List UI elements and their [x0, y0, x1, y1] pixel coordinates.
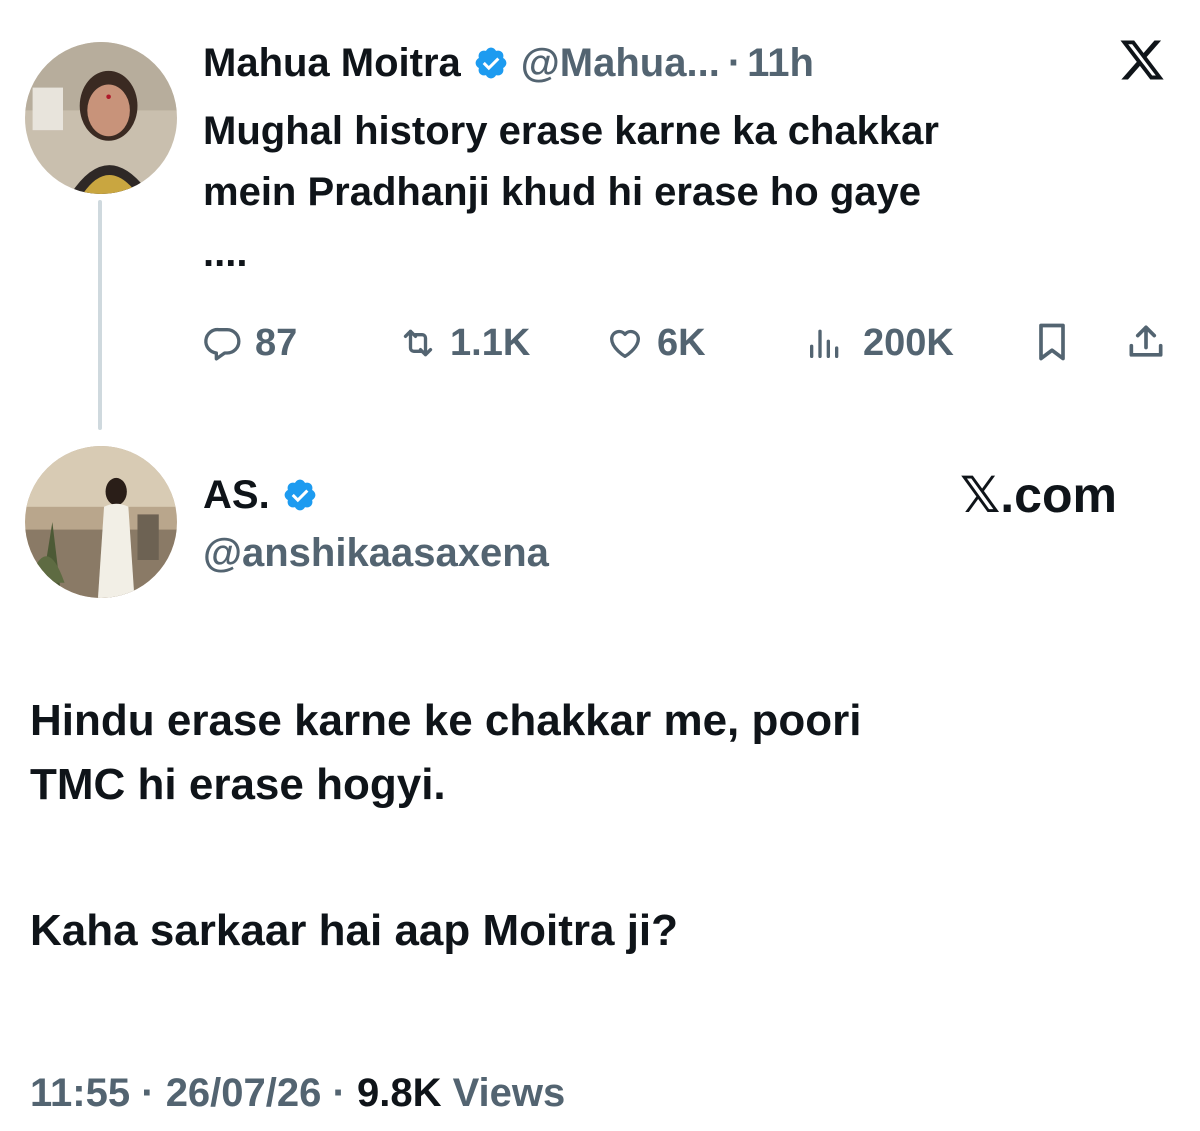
reply-text-line-4: Kaha sarkaar hai aap Moitra ji?: [30, 906, 679, 955]
footer-time[interactable]: 11:55: [30, 1071, 130, 1115]
footer-date[interactable]: 26/07/26: [166, 1071, 322, 1115]
author-handle[interactable]: @Mahua...: [521, 41, 720, 86]
tweet-text-line-1: Mughal history erase karne ka chakkar: [203, 109, 939, 153]
avatar-mahua[interactable]: [25, 42, 177, 194]
reply-button[interactable]: 87: [203, 318, 297, 368]
avatar-photo-mahua: [25, 42, 177, 194]
x-logo-icon[interactable]: [1116, 36, 1168, 84]
avatar-as[interactable]: [25, 446, 177, 598]
views-icon: [810, 329, 839, 358]
verified-icon: [284, 479, 316, 511]
like-button[interactable]: 6K: [605, 318, 706, 368]
tweet-text: Mughal history erase karne ka chakkar me…: [203, 101, 1183, 284]
reply-text: Hindu erase karne ke chakkar me, poori T…: [30, 689, 1180, 963]
reply-author-handle[interactable]: @anshikaasaxena: [203, 528, 549, 578]
footer-views-label: Views: [452, 1071, 566, 1115]
reply-count: 87: [255, 321, 298, 364]
tweet-footer: 11:55 · 26/07/26 · 9.8K Views: [30, 1065, 565, 1121]
x-com-brand[interactable]: 𝕏.com: [960, 467, 1117, 523]
reply-author-name[interactable]: AS.: [203, 473, 270, 518]
footer-separator-1: ·: [141, 1071, 155, 1115]
reply-text-line-3: [30, 817, 1180, 881]
tweet-text-line-3: ....: [203, 231, 248, 275]
thread-connector-line: [98, 200, 102, 430]
like-count: 6K: [657, 321, 706, 364]
share-icon[interactable]: [1124, 318, 1168, 366]
header-separator: ·: [727, 40, 742, 85]
author-name[interactable]: Mahua Moitra: [203, 41, 461, 86]
bookmark-icon[interactable]: [1030, 318, 1074, 366]
footer-separator-2: ·: [332, 1071, 346, 1115]
like-icon: [610, 329, 640, 358]
repost-button[interactable]: 1.1K: [398, 318, 530, 368]
repost-count: 1.1K: [450, 321, 531, 364]
tweet-header: Mahua Moitra @Mahua... · 11h: [203, 38, 814, 88]
reply-icon: [204, 327, 241, 361]
tweet-time[interactable]: 11h: [747, 41, 814, 86]
avatar-photo-as: [25, 446, 177, 598]
reply-text-line-1: Hindu erase karne ke chakkar me, poori: [30, 696, 862, 745]
views-button[interactable]: 200K: [805, 318, 954, 368]
repost-icon: [403, 329, 433, 357]
tweet-text-line-2: mein Pradhanji khud hi erase ho gaye: [203, 170, 921, 214]
verified-icon: [475, 47, 507, 79]
views-count: 200K: [863, 321, 954, 364]
reply-author-row: AS.: [203, 470, 318, 520]
footer-views-count: 9.8K: [356, 1071, 442, 1115]
reply-text-line-2: TMC hi erase hogyi.: [30, 760, 446, 809]
